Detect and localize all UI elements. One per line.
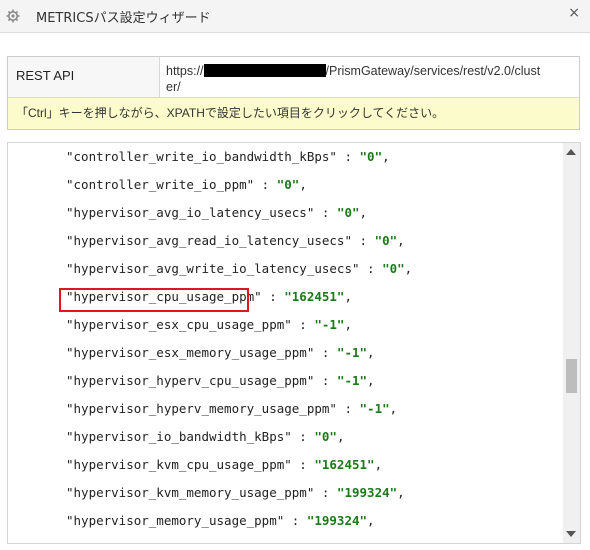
json-line[interactable]: "hypervisor_memory_usage_ppm" : "199324"… [66, 507, 412, 535]
json-line[interactable]: "hypervisor_hyperv_memory_usage_ppm" : "… [66, 395, 412, 423]
scroll-up-icon[interactable] [566, 149, 576, 155]
json-value[interactable]: "199324" [337, 485, 397, 500]
json-value[interactable]: "0" [337, 205, 360, 220]
url-wrap: er/ [166, 80, 181, 94]
rest-api-url: https:// /PrismGateway/services/rest/v2.0… [160, 57, 579, 97]
json-separator: : [314, 485, 337, 500]
json-line[interactable]: "hypervisor_avg_read_io_latency_usecs" :… [66, 227, 412, 255]
window-title: METRICSパス設定ウィザード [36, 11, 211, 26]
json-comma: , [367, 373, 375, 388]
json-value[interactable]: "-1" [337, 345, 367, 360]
json-line[interactable]: "controller_write_io_bandwidth_kBps" : "… [66, 143, 412, 171]
json-line[interactable]: "hypervisor_kvm_memory_usage_ppm" : "199… [66, 479, 412, 507]
rest-api-label: REST API [8, 57, 160, 97]
api-info-panel: REST API https:// /PrismGateway/services/… [7, 56, 580, 130]
json-value[interactable]: "-1" [337, 373, 367, 388]
json-comma: , [299, 177, 307, 192]
json-separator: : [291, 457, 315, 472]
json-line[interactable]: "hypervisor_esx_cpu_usage_ppm" : "-1", [66, 311, 412, 339]
json-separator: : [284, 513, 307, 528]
json-value[interactable]: "0" [314, 429, 337, 444]
json-line[interactable]: "hypervisor_avg_write_io_latency_usecs" … [66, 255, 412, 283]
json-separator: : [336, 401, 360, 416]
json-comma: , [367, 345, 375, 360]
json-value[interactable]: "162451" [314, 457, 374, 472]
json-value[interactable]: "162451" [284, 289, 344, 304]
json-line[interactable]: "hypervisor_esx_memory_usage_ppm" : "-1"… [66, 339, 412, 367]
json-comma: , [389, 401, 398, 416]
json-key[interactable]: "controller_write_io_ppm" [66, 177, 254, 192]
json-separator: : [291, 317, 315, 332]
json-separator: : [351, 233, 375, 248]
url-prefix: https:// [166, 64, 204, 78]
json-separator: : [261, 289, 285, 304]
json-value[interactable]: "-1" [360, 401, 390, 416]
scroll-down-icon[interactable] [566, 531, 576, 537]
json-separator: : [254, 177, 277, 192]
vertical-scrollbar[interactable] [563, 143, 580, 543]
json-comma: , [404, 261, 413, 276]
json-comma: , [397, 485, 405, 500]
json-key[interactable]: "hypervisor_hyperv_memory_usage_ppm" [66, 401, 337, 416]
json-comma: , [344, 317, 352, 332]
json-line[interactable]: "hypervisor_hyperv_cpu_usage_ppm" : "-1"… [66, 367, 412, 395]
json-value[interactable]: "0" [360, 149, 383, 164]
json-comma: , [344, 289, 352, 304]
json-viewer[interactable]: "controller_write_io_bandwidth_kBps" : "… [7, 142, 581, 544]
json-comma: , [336, 429, 345, 444]
json-key[interactable]: "hypervisor_esx_memory_usage_ppm" [66, 345, 314, 360]
json-value[interactable]: "199324" [307, 513, 367, 528]
json-separator: : [291, 429, 315, 444]
json-separator: : [314, 205, 337, 220]
close-icon[interactable]: × [568, 5, 580, 21]
json-key[interactable]: "hypervisor_esx_cpu_usage_ppm" [66, 317, 292, 332]
json-comma: , [367, 513, 375, 528]
json-line[interactable]: "controller_write_io_ppm" : "0", [66, 171, 412, 199]
json-value[interactable]: "0" [277, 177, 300, 192]
json-value[interactable]: "0" [382, 261, 405, 276]
scrollbar-thumb[interactable] [566, 359, 577, 393]
rest-api-row: REST API https:// /PrismGateway/services/… [8, 57, 579, 98]
code-lines: "controller_write_io_bandwidth_kBps" : "… [66, 143, 412, 535]
json-separator: : [359, 261, 383, 276]
json-key[interactable]: "hypervisor_kvm_cpu_usage_ppm" [66, 457, 292, 472]
title-bar: METRICSパス設定ウィザード × [0, 0, 590, 33]
json-key[interactable]: "controller_write_io_bandwidth_kBps" [66, 149, 337, 164]
json-comma: , [382, 149, 390, 164]
json-value[interactable]: "0" [375, 233, 398, 248]
url-suffix: /PrismGateway/services/rest/v2.0/clust [325, 64, 541, 78]
json-separator: : [314, 345, 337, 360]
json-key[interactable]: "hypervisor_avg_read_io_latency_usecs" [66, 233, 352, 248]
highlight-box [59, 288, 249, 312]
json-comma: , [374, 457, 383, 472]
json-line[interactable]: "hypervisor_avg_io_latency_usecs" : "0", [66, 199, 412, 227]
gear-icon[interactable] [6, 9, 20, 23]
json-separator: : [336, 149, 360, 164]
instruction-hint: 「Ctrl」キーを押しながら、XPATHで設定したい項目をクリックしてください。 [8, 98, 579, 129]
json-value[interactable]: "-1" [314, 317, 344, 332]
json-line[interactable]: "hypervisor_kvm_cpu_usage_ppm" : "162451… [66, 451, 412, 479]
json-key[interactable]: "hypervisor_avg_io_latency_usecs" [66, 205, 314, 220]
json-key[interactable]: "hypervisor_io_bandwidth_kBps" [66, 429, 292, 444]
json-key[interactable]: "hypervisor_hyperv_cpu_usage_ppm" [66, 373, 314, 388]
json-key[interactable]: "hypervisor_avg_write_io_latency_usecs" [66, 261, 360, 276]
json-key[interactable]: "hypervisor_memory_usage_ppm" [66, 513, 284, 528]
json-comma: , [359, 205, 368, 220]
json-key[interactable]: "hypervisor_kvm_memory_usage_ppm" [66, 485, 314, 500]
json-comma: , [397, 233, 405, 248]
redacted-host [203, 64, 326, 77]
json-separator: : [314, 373, 337, 388]
json-line[interactable]: "hypervisor_io_bandwidth_kBps" : "0", [66, 423, 412, 451]
